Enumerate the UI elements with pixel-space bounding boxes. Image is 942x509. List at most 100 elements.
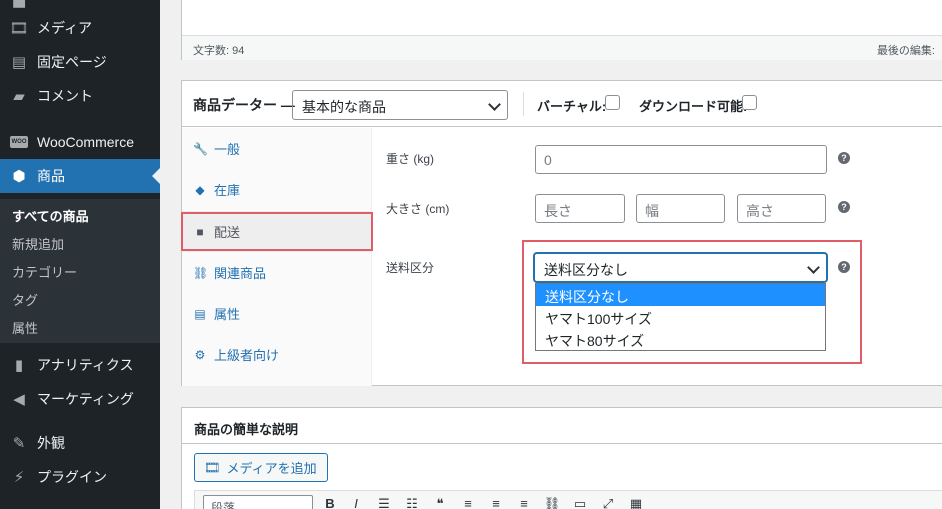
submenu-categories[interactable]: カテゴリー	[12, 262, 77, 281]
link-icon: ⛓	[193, 265, 209, 280]
comment-icon: ▰	[13, 88, 25, 105]
menu-label: WooCommerce	[37, 134, 134, 150]
link-icon[interactable]: ⛓	[543, 496, 561, 509]
weight-placeholder: 0	[544, 152, 552, 168]
media-icon: 🎞	[204, 459, 221, 475]
downloadable-checkbox[interactable]	[742, 95, 757, 110]
product-type-select[interactable]: 基本的な商品	[292, 90, 508, 120]
align-left-icon[interactable]: ≡	[459, 496, 477, 509]
bold-icon[interactable]: B	[321, 496, 339, 509]
align-right-icon[interactable]: ≡	[515, 496, 533, 509]
tag-icon: ◆	[195, 182, 205, 197]
page-icon: ▤	[11, 54, 27, 71]
submenu-attributes[interactable]: 属性	[12, 318, 38, 337]
gear-icon: ⚙	[194, 347, 206, 362]
word-count: 文字数: 94	[193, 45, 245, 57]
menu-item-products[interactable]: ⬢ 商品	[0, 159, 160, 193]
menu-item-woocommerce[interactable]: WOO WooCommerce	[0, 125, 160, 159]
menu-label: 外観	[37, 435, 65, 451]
menu-label: プラグイン	[37, 469, 107, 485]
product-data-header: 商品データー — 基本的な商品 バーチャル: ダウンロード可能:	[182, 81, 942, 127]
shipping-class-label: 送料区分	[386, 261, 435, 275]
media-icon: 🎞	[9, 20, 29, 37]
highlight-shipping-class	[522, 240, 862, 364]
menu-item-marketing[interactable]: ◀ マーケティング	[0, 382, 160, 416]
megaphone-icon: ◀	[13, 391, 25, 408]
submenu-tags[interactable]: タグ	[12, 290, 38, 309]
editor-status-bar: 文字数: 94 最後の編集:	[182, 35, 942, 60]
tab-label: 在庫	[214, 183, 241, 198]
tab-advanced[interactable]: ⚙ 上級者向け	[182, 334, 372, 375]
length-placeholder: 長さ	[544, 203, 572, 219]
align-center-icon[interactable]: ≡	[487, 496, 505, 509]
toolbar-toggle-icon[interactable]: ▦	[627, 496, 645, 509]
menu-item-comments[interactable]: ▰ コメント	[0, 79, 160, 113]
height-input[interactable]: 高さ	[737, 194, 826, 223]
menu-item-plugins[interactable]: ⚡ プラグイン	[0, 460, 160, 494]
height-placeholder: 高さ	[746, 203, 774, 219]
plugin-icon: ⚡	[13, 469, 25, 486]
help-icon[interactable]: ?	[838, 201, 850, 213]
menu-label: 商品	[37, 168, 65, 184]
menu-item-appearance[interactable]: ✎ 外観	[0, 426, 160, 460]
menu-label: マーケティング	[37, 391, 134, 407]
tab-label: 属性	[214, 307, 241, 322]
length-input[interactable]: 長さ	[535, 194, 625, 223]
blockquote-icon[interactable]: ❝	[431, 496, 449, 509]
dimensions-label: 大きさ (cm)	[386, 202, 450, 216]
woocommerce-icon: WOO	[10, 133, 28, 151]
paragraph-format-select[interactable]: 段落	[203, 495, 313, 509]
menu-label: コメント	[37, 88, 93, 104]
menu-label: メディア	[37, 20, 93, 36]
submenu-all-products[interactable]: すべての商品	[12, 206, 89, 225]
menu-item-analytics[interactable]: ▮ アナリティクス	[0, 348, 160, 382]
menu-label: 固定ページ	[37, 54, 107, 70]
wrench-icon: 🔧	[193, 141, 208, 156]
numbered-list-icon[interactable]: ☷	[403, 496, 421, 509]
highlight-shipping-tab	[181, 212, 373, 251]
virtual-checkbox[interactable]	[605, 95, 620, 110]
menu-label: アナリティクス	[37, 357, 134, 373]
tab-general[interactable]: 🔧 一般	[182, 128, 372, 169]
add-media-button[interactable]: 🎞 メディアを追加	[194, 453, 328, 482]
tab-label: 関連商品	[214, 266, 267, 281]
width-input[interactable]: 幅	[636, 194, 725, 223]
menu-item-media[interactable]: 🎞 メディア	[0, 11, 160, 45]
list-icon: ▤	[194, 306, 206, 321]
products-submenu: すべての商品 新規追加 カテゴリー タグ 属性	[0, 199, 160, 343]
admin-sidebar: ▆ 🎞 メディア ▤ 固定ページ ▰ コメント WOO WooCommerce …	[0, 0, 160, 509]
brush-icon: ✎	[12, 435, 26, 452]
fullscreen-icon[interactable]: ⤢	[599, 496, 617, 509]
virtual-label: バーチャル:	[537, 99, 607, 114]
tab-inventory[interactable]: ◆ 在庫	[182, 169, 372, 210]
product-box-icon: ⬢	[12, 168, 26, 185]
product-type-value: 基本的な商品	[302, 99, 386, 115]
product-data-title: 商品データー —	[193, 97, 295, 113]
weight-input[interactable]: 0	[535, 145, 827, 174]
header-divider	[523, 92, 524, 116]
submenu-add-new[interactable]: 新規追加	[12, 234, 64, 253]
content-editor-box: 文字数: 94 最後の編集:	[181, 0, 942, 60]
menu-item-pages[interactable]: ▤ 固定ページ	[0, 45, 160, 79]
short-description-box: 商品の簡単な説明 🎞 メディアを追加 段落 B I ☰ ☷ ❝ ≡ ≡ ≡ ⛓ …	[181, 407, 942, 509]
tab-linked-products[interactable]: ⛓ 関連商品	[182, 252, 372, 293]
read-more-icon[interactable]: ▭	[571, 496, 589, 509]
weight-label: 重さ (kg)	[386, 152, 435, 166]
downloadable-label: ダウンロード可能:	[639, 99, 748, 114]
bullet-list-icon[interactable]: ☰	[375, 496, 393, 509]
short-description-title: 商品の簡単な説明	[194, 422, 299, 437]
tab-label: 一般	[214, 142, 241, 157]
paragraph-format-value: 段落	[211, 501, 236, 509]
width-placeholder: 幅	[645, 203, 659, 219]
analytics-icon: ▮	[14, 357, 24, 374]
last-edited: 最後の編集:	[876, 45, 935, 57]
divider	[182, 443, 942, 444]
product-data-tabs: 🔧 一般 ◆ 在庫 ■ 配送 ⛓ 関連商品 ▤ 属性 ⚙ 上級者向け	[182, 128, 372, 386]
add-media-label: メディアを追加	[226, 461, 317, 476]
tab-attributes[interactable]: ▤ 属性	[182, 293, 372, 334]
chevron-down-icon	[488, 98, 501, 111]
help-icon[interactable]: ?	[838, 152, 850, 164]
dashboard-icon: ▆	[10, 0, 28, 8]
tab-label: 上級者向け	[214, 348, 280, 363]
italic-icon[interactable]: I	[347, 496, 365, 509]
